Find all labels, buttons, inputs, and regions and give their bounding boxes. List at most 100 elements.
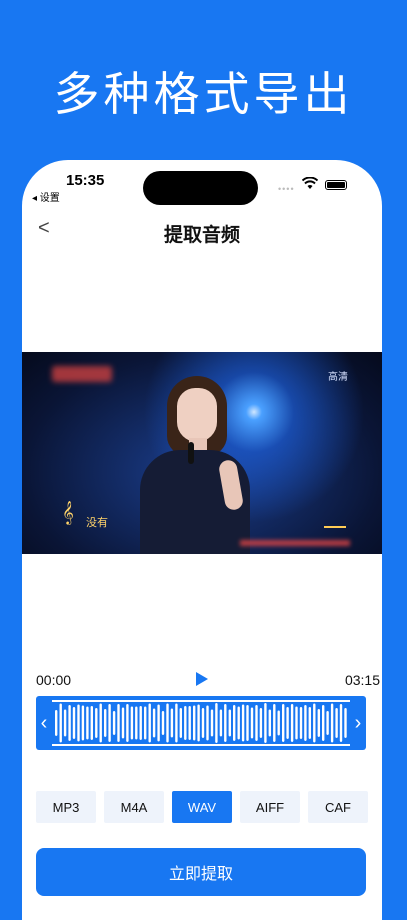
waveform-bar xyxy=(55,710,58,736)
waveform-bar xyxy=(170,708,174,738)
hd-label: 高清 xyxy=(328,372,348,383)
waveform-bar xyxy=(117,704,120,742)
waveform-bar xyxy=(264,703,267,743)
waveform-bar xyxy=(308,707,311,739)
waveform-bar xyxy=(250,707,254,739)
waveform-bar xyxy=(344,708,347,738)
format-option-m4a[interactable]: M4A xyxy=(104,791,164,823)
waveform-bar xyxy=(215,703,218,743)
waveform-trimmer[interactable]: ‹ › xyxy=(36,696,366,750)
waveform-bar xyxy=(144,706,147,740)
wifi-icon xyxy=(302,177,318,189)
waveform-bar xyxy=(112,711,116,735)
format-option-wav[interactable]: WAV xyxy=(172,791,232,823)
play-icon[interactable] xyxy=(196,672,208,686)
waveform-bar xyxy=(255,705,258,741)
waveform-bar xyxy=(193,705,196,741)
waveform-bar xyxy=(282,704,285,742)
waveform xyxy=(52,700,350,746)
format-selector: MP3 M4A WAV AIFF CAF xyxy=(36,791,368,823)
waveform-bar xyxy=(224,704,227,742)
waveform-bar xyxy=(166,703,169,743)
trim-left-handle[interactable]: ‹ xyxy=(36,696,52,750)
waveform-bar xyxy=(99,703,102,743)
status-bar: 15:35 ◂ 设置 •••• xyxy=(22,160,382,210)
channel-logo xyxy=(52,366,112,382)
back-to-app-link[interactable]: ◂ 设置 xyxy=(32,189,60,204)
caption-decoration xyxy=(324,526,346,528)
waveform-bar xyxy=(286,707,289,739)
page-title: 提取音频 xyxy=(163,224,240,246)
waveform-bar xyxy=(184,706,187,740)
waveform-bar xyxy=(152,708,156,738)
waveform-bar xyxy=(157,704,160,742)
waveform-bar xyxy=(148,703,151,743)
waveform-bar xyxy=(339,704,343,742)
waveform-bar xyxy=(322,705,325,741)
waveform-bar xyxy=(126,704,129,742)
dynamic-island xyxy=(143,171,258,205)
waveform-bar xyxy=(326,711,329,735)
waveform-bar xyxy=(179,708,182,738)
waveform-bar xyxy=(130,706,134,740)
format-option-mp3[interactable]: MP3 xyxy=(36,791,96,823)
waveform-bar xyxy=(246,705,249,741)
nav-bar: < 提取音频 xyxy=(22,212,382,248)
waveform-bar xyxy=(241,704,245,742)
waveform-bar xyxy=(59,703,62,743)
waveform-bar xyxy=(95,708,98,738)
video-preview[interactable]: 高清 𝄞 没有 xyxy=(22,352,382,554)
waveform-bar xyxy=(121,707,125,739)
waveform-bar xyxy=(68,705,71,741)
waveform-bar xyxy=(335,708,338,738)
waveform-bar xyxy=(72,707,76,739)
microphone xyxy=(188,442,194,464)
waveform-bar xyxy=(277,710,280,736)
battery-icon xyxy=(325,180,347,190)
waveform-bar xyxy=(139,706,142,740)
trim-right-handle[interactable]: › xyxy=(350,696,366,750)
waveform-bar xyxy=(259,708,263,738)
waveform-bar xyxy=(304,705,307,741)
status-time: 15:35 xyxy=(66,172,105,189)
waveform-bar xyxy=(219,709,223,737)
waveform-bar xyxy=(273,704,276,742)
waveform-bar xyxy=(330,703,334,743)
waveform-bar xyxy=(233,705,236,741)
promo-headline: 多种格式导出 xyxy=(53,67,354,121)
waveform-bars xyxy=(55,703,347,743)
waveform-bar xyxy=(175,703,178,743)
music-clef-icon: 𝄞 xyxy=(62,502,74,524)
format-option-caf[interactable]: CAF xyxy=(308,791,368,823)
waveform-bar xyxy=(197,704,200,742)
waveform-bar xyxy=(201,708,205,738)
waveform-bar xyxy=(108,704,111,742)
waveform-bar xyxy=(228,709,231,737)
waveform-bar xyxy=(90,706,93,740)
waveform-bar xyxy=(268,709,271,737)
waveform-bar xyxy=(86,706,89,740)
waveform-bar xyxy=(317,709,320,737)
waveform-bar xyxy=(188,706,191,740)
duration: 03:15 xyxy=(344,672,380,688)
waveform-bar xyxy=(237,706,240,740)
waveform-bar xyxy=(104,709,107,737)
waveform-bar xyxy=(63,709,67,737)
phone-screen: 15:35 ◂ 设置 •••• < 提取音频 高清 𝄞 没有 00:00 03:… xyxy=(22,160,382,920)
waveform-bar xyxy=(210,709,214,737)
waveform-bar xyxy=(161,711,165,735)
format-option-aiff[interactable]: AIFF xyxy=(240,791,300,823)
waveform-bar xyxy=(313,703,316,743)
signal-icon: •••• xyxy=(278,184,295,194)
waveform-bar xyxy=(299,707,303,739)
current-time: 00:00 xyxy=(36,672,72,688)
waveform-bar xyxy=(290,704,294,742)
subtitle-bar xyxy=(240,540,350,546)
waveform-bar xyxy=(135,706,138,740)
waveform-bar xyxy=(206,705,209,741)
playback-times: 00:00 03:15 xyxy=(36,672,380,692)
lyric-caption: 没有 xyxy=(86,517,108,529)
extract-button[interactable]: 立即提取 xyxy=(36,848,366,896)
waveform-bar xyxy=(295,706,298,740)
waveform-bar xyxy=(81,705,85,741)
